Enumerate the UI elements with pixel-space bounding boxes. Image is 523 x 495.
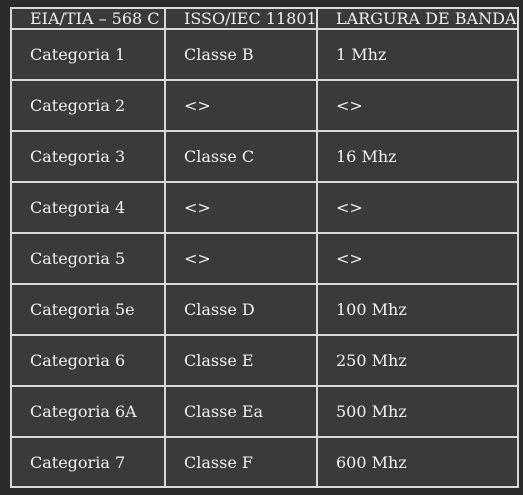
cell-bandwidth: 16 Mhz — [316, 130, 517, 184]
table-header: EIA/TIA – 568 C ISSO/IEC 11801 LARGURA D… — [12, 9, 517, 30]
cell-bandwidth: <> — [316, 181, 517, 235]
cable-category-table: EIA/TIA – 568 C ISSO/IEC 11801 LARGURA D… — [12, 9, 517, 486]
cell-class: Classe C — [164, 130, 318, 184]
header-iso-iec: ISSO/IEC 11801 — [164, 9, 318, 30]
cell-bandwidth: <> — [316, 232, 517, 286]
cell-bandwidth: 250 Mhz — [316, 334, 517, 388]
cell-category: Categoria 7 — [12, 436, 166, 486]
cell-class: <> — [164, 79, 318, 133]
cable-category-table-container: EIA/TIA – 568 C ISSO/IEC 11801 LARGURA D… — [10, 7, 519, 488]
cell-category: Categoria 4 — [12, 181, 166, 235]
cell-bandwidth: 500 Mhz — [316, 385, 517, 439]
table-row: Categoria 5 <> <> — [12, 232, 517, 286]
cell-class: <> — [164, 232, 318, 286]
cell-class: <> — [164, 181, 318, 235]
table-row: Categoria 4 <> <> — [12, 181, 517, 235]
table-row: Categoria 6 Classe E 250 Mhz — [12, 334, 517, 388]
table-row: Categoria 7 Classe F 600 Mhz — [12, 436, 517, 486]
cell-category: Categoria 6A — [12, 385, 166, 439]
cell-category: Categoria 5e — [12, 283, 166, 337]
table-body: Categoria 1 Classe B 1 Mhz Categoria 2 <… — [12, 27, 517, 486]
cell-class: Classe Ea — [164, 385, 318, 439]
table-row: Categoria 6A Classe Ea 500 Mhz — [12, 385, 517, 439]
header-bandwidth: LARGURA DE BANDA — [316, 9, 517, 30]
table-row: Categoria 3 Classe C 16 Mhz — [12, 130, 517, 184]
header-row: EIA/TIA – 568 C ISSO/IEC 11801 LARGURA D… — [12, 9, 517, 30]
cell-bandwidth: <> — [316, 79, 517, 133]
table-row: Categoria 5e Classe D 100 Mhz — [12, 283, 517, 337]
cell-bandwidth: 1 Mhz — [316, 27, 517, 82]
table-row: Categoria 2 <> <> — [12, 79, 517, 133]
cell-class: Classe E — [164, 334, 318, 388]
cell-category: Categoria 2 — [12, 79, 166, 133]
cell-class: Classe F — [164, 436, 318, 486]
cell-category: Categoria 1 — [12, 27, 166, 82]
cell-class: Classe B — [164, 27, 318, 82]
cell-category: Categoria 5 — [12, 232, 166, 286]
cell-category: Categoria 6 — [12, 334, 166, 388]
cell-category: Categoria 3 — [12, 130, 166, 184]
cell-class: Classe D — [164, 283, 318, 337]
table-row: Categoria 1 Classe B 1 Mhz — [12, 27, 517, 82]
header-eia-tia: EIA/TIA – 568 C — [12, 9, 166, 30]
cell-bandwidth: 600 Mhz — [316, 436, 517, 486]
cell-bandwidth: 100 Mhz — [316, 283, 517, 337]
